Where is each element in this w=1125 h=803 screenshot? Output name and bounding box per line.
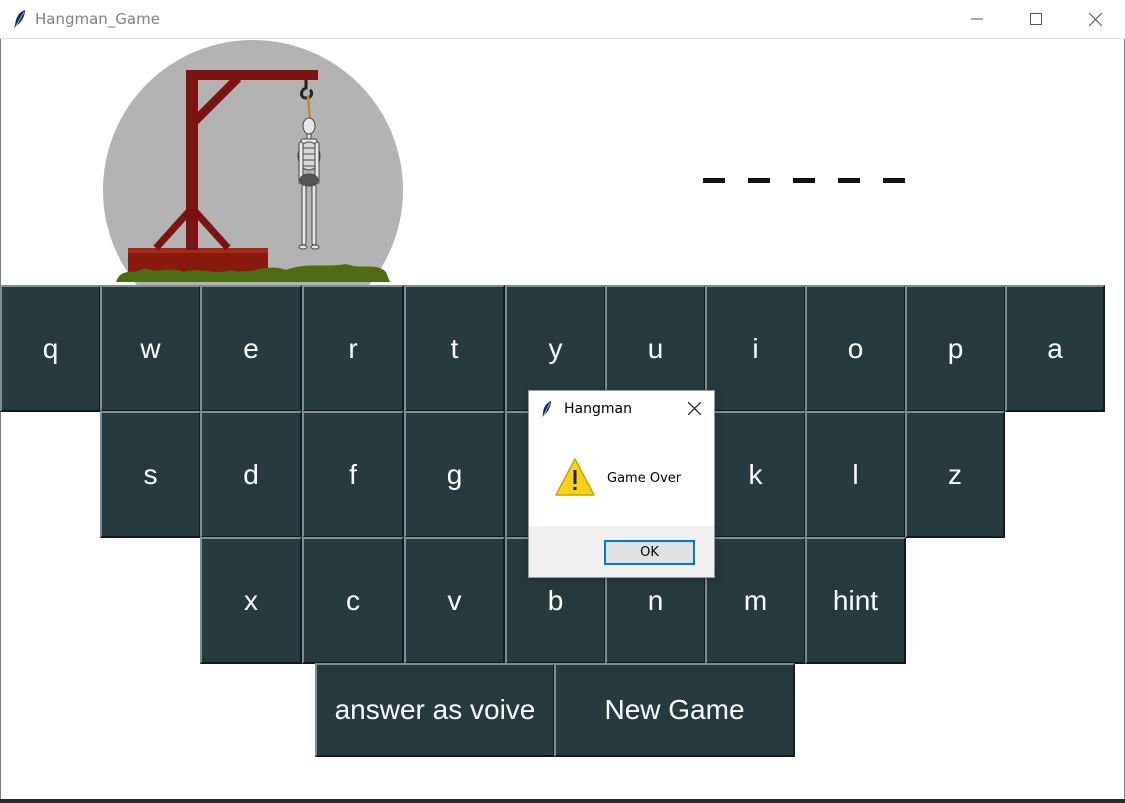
ok-button[interactable]: OK [604,540,695,565]
word-slots [703,170,913,190]
voice-answer-button[interactable]: answer as voive [315,663,555,757]
minimize-icon [971,18,983,20]
window-title: Hangman_Game [35,10,160,28]
hangman-illustration [103,40,403,285]
key-m[interactable]: m [705,537,806,664]
key-d[interactable]: d [200,411,302,538]
key-k[interactable]: k [705,411,806,538]
key-o[interactable]: o [805,285,906,412]
maximize-button[interactable] [1007,0,1065,38]
key-v[interactable]: v [404,537,505,664]
game-over-dialog: Hangman Game Over OK [528,390,715,578]
close-icon [1089,13,1102,26]
letter-slot [748,178,770,183]
key-x[interactable]: x [200,537,302,664]
key-i[interactable]: i [705,285,806,412]
key-z[interactable]: z [905,411,1005,538]
close-icon [688,402,701,415]
key-t[interactable]: t [404,285,505,412]
maximize-icon [1030,13,1042,25]
feather-icon [14,10,25,28]
key-s[interactable]: s [100,411,201,538]
gallows-beam [186,70,318,80]
letter-slot [793,178,815,183]
letter-slot [838,178,860,183]
key-p[interactable]: p [905,285,1006,412]
warning-icon [555,458,595,496]
key-r[interactable]: r [302,285,404,412]
window-border-bottom [0,799,1125,803]
key-q[interactable]: q [0,285,101,412]
feather-icon [542,401,551,417]
key-f[interactable]: f [302,411,404,538]
key-w[interactable]: w [100,285,201,412]
dialog-message: Game Over [607,471,682,486]
key-c[interactable]: c [302,537,404,664]
key-e[interactable]: e [200,285,302,412]
gallows-post [186,70,198,250]
new-game-button[interactable]: New Game [554,663,795,757]
title-bar: Hangman_Game [0,0,1125,39]
key-g[interactable]: g [404,411,505,538]
close-button[interactable] [1066,0,1124,38]
dialog-footer: OK [529,526,714,577]
hint-button[interactable]: hint [805,537,906,664]
minimize-button[interactable] [948,0,1006,38]
window-border-left [0,39,1,801]
letter-slot [703,178,725,183]
dialog-close-button[interactable] [683,398,707,420]
letter-slot [883,178,905,183]
key-a[interactable]: a [1005,285,1105,412]
key-l[interactable]: l [805,411,906,538]
dialog-title: Hangman [564,401,632,417]
